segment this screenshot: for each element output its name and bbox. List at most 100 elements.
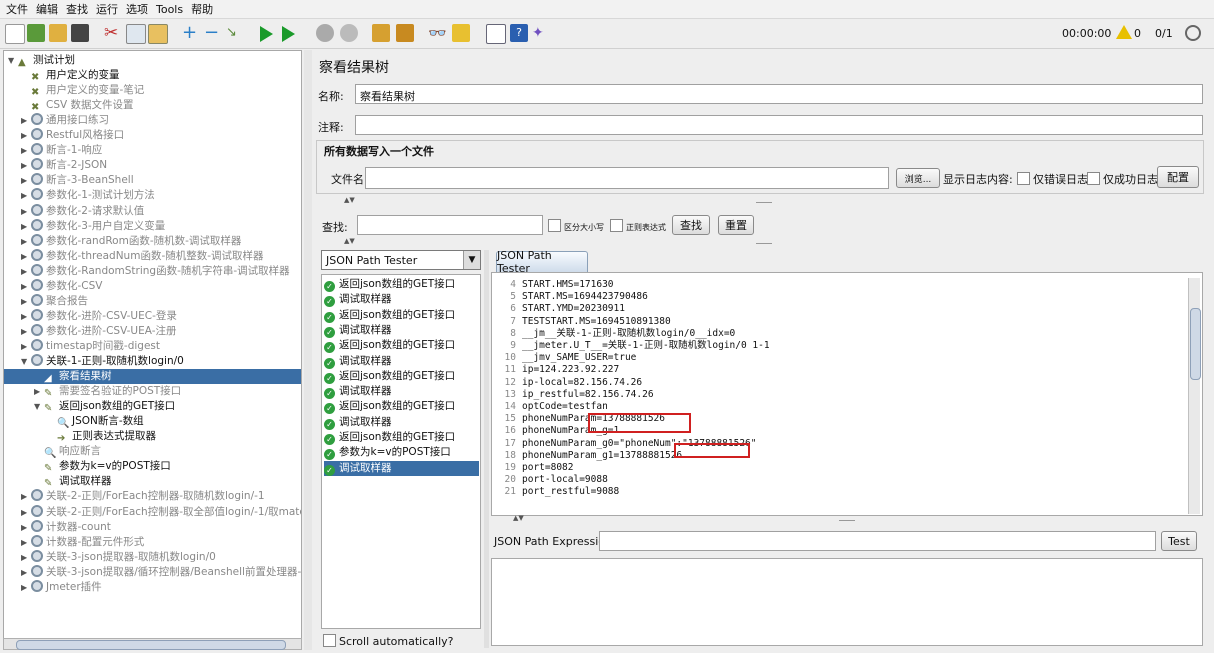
remote-status-icon[interactable] xyxy=(1185,25,1201,41)
test-button[interactable]: Test xyxy=(1161,531,1197,551)
tree-toggle-icon[interactable]: ▶ xyxy=(21,535,31,550)
menu-item-5[interactable]: Tools xyxy=(156,3,183,16)
tree-toggle-icon[interactable]: ▶ xyxy=(21,309,31,324)
tree-item[interactable]: ▶ 参数化-3-用户自定义变量 xyxy=(4,218,165,234)
tree-item[interactable]: ▶ 断言-2-JSON xyxy=(4,158,107,173)
configure-button[interactable]: 配置 xyxy=(1157,166,1199,188)
json-path-input[interactable] xyxy=(599,531,1156,551)
function-helper-icon[interactable] xyxy=(486,24,506,44)
tab-json-path-tester[interactable]: JSON Path Tester xyxy=(496,249,588,275)
save-icon[interactable] xyxy=(71,24,89,42)
clear-icon[interactable] xyxy=(372,24,390,42)
cut-icon[interactable]: ✂ xyxy=(104,24,122,42)
reset-button[interactable]: 重置 xyxy=(718,215,754,235)
regex-checkbox[interactable]: 正则表达式 xyxy=(610,219,666,233)
tree-item[interactable]: ▶ 关联-2-正则/ForEach控制器-取全部值login/-1/取matchN… xyxy=(4,504,301,520)
sample-result-item[interactable]: ✓ 返回json数组的GET接口 xyxy=(324,399,455,415)
result-splitter[interactable] xyxy=(484,250,489,648)
tree-item[interactable]: ▶ 关联-3-json提取器-取随机数login/0 xyxy=(4,549,216,565)
tree-toggle-icon[interactable]: ▶ xyxy=(21,580,31,595)
tree-toggle-icon[interactable]: ▼ xyxy=(34,399,44,414)
sample-result-item[interactable]: ✓ 返回json数组的GET接口 xyxy=(324,430,455,445)
tree-item[interactable]: ➔ 正则表达式提取器 xyxy=(4,429,156,444)
stop-icon[interactable] xyxy=(316,24,334,42)
clear-all-icon[interactable] xyxy=(396,24,414,42)
tree-item[interactable]: ▶ 聚合报告 xyxy=(4,293,88,309)
sample-result-item[interactable]: ✓ 调试取样器 xyxy=(324,354,392,369)
tree-toggle-icon[interactable]: ▼ xyxy=(21,354,31,369)
menu-item-6[interactable]: 帮助 xyxy=(191,1,213,17)
tree-toggle-icon[interactable]: ▶ xyxy=(21,279,31,294)
name-field[interactable]: 察看结果树 xyxy=(355,84,1203,104)
json-path-result-area[interactable] xyxy=(491,558,1203,646)
case-sensitive-checkbox[interactable]: 区分大小写 xyxy=(548,219,604,233)
tree-item[interactable]: ▼ 关联-1-正则-取随机数login/0 xyxy=(4,354,184,369)
tree-item[interactable]: 🔍 响应断言 xyxy=(4,444,101,459)
menu-item-3[interactable]: 运行 xyxy=(96,1,118,17)
tree-item[interactable]: ✎ 调试取样器 xyxy=(4,474,112,489)
tree-item[interactable]: ▶ 参数化-进阶-CSV-UEA-注册 xyxy=(4,323,177,339)
sample-result-item[interactable]: ✓ 参数为k=v的POST接口 xyxy=(324,445,451,461)
tree-item[interactable]: ▶ ✎ 需要签名验证的POST接口 xyxy=(4,384,181,399)
templates-icon[interactable] xyxy=(27,24,45,42)
tree-item[interactable]: ▶ 参数化-1-测试计划方法 xyxy=(4,188,155,203)
tree-toggle-icon[interactable]: ▶ xyxy=(21,188,31,203)
tree-item[interactable]: ▶ 参数化-进阶-CSV-UEC-登录 xyxy=(4,308,177,324)
tree-item[interactable]: ▶ 计数器-配置元件形式 xyxy=(4,534,144,550)
tree-toggle-icon[interactable]: ▶ xyxy=(21,294,31,309)
tree-item[interactable]: ▶ Jmeter插件 xyxy=(4,579,102,595)
warning-icon[interactable] xyxy=(1116,25,1132,39)
tree-toggle-icon[interactable]: ▶ xyxy=(21,158,31,173)
tree-item[interactable]: ▼ ✎ 返回json数组的GET接口 xyxy=(4,399,175,414)
search-input[interactable] xyxy=(357,215,543,235)
start-icon[interactable] xyxy=(260,26,273,42)
sample-result-list[interactable]: ✓ 返回json数组的GET接口 ✓ 调试取样器 ✓ 返回json数组的GET接口 ✓ 调试取… xyxy=(321,274,481,629)
tree-item[interactable]: ▶ Restful风格接口 xyxy=(4,128,124,143)
toggle-icon[interactable]: ↘ xyxy=(226,24,244,42)
divider-handle[interactable]: ▲▼ xyxy=(316,196,1204,207)
main-splitter[interactable] xyxy=(304,50,312,650)
find-button[interactable]: 查找 xyxy=(672,215,710,235)
tree-item[interactable]: ▶ 关联-3-json提取器/循环控制器/Beanshell前置处理器-取全部 xyxy=(4,564,301,580)
tree-item[interactable]: ▶ timestap时间戳-digest xyxy=(4,338,160,354)
tree-item[interactable]: 🔍 JSON断言-数组 xyxy=(4,414,144,429)
binoculars-icon[interactable]: 👓 xyxy=(428,24,447,42)
tree-item[interactable]: ✖ CSV 数据文件设置 xyxy=(4,98,134,113)
tree-item[interactable]: ▶ 参数化-randRom函数-随机数-调试取样器 xyxy=(4,233,241,249)
sample-result-item[interactable]: ✓ 调试取样器 xyxy=(324,292,392,308)
menu-item-2[interactable]: 查找 xyxy=(66,1,88,17)
success-only-checkbox[interactable]: 仅成功日志 xyxy=(1087,171,1158,187)
sample-result-item[interactable]: ✓ 调试取样器 xyxy=(324,460,479,476)
shutdown-icon[interactable] xyxy=(340,24,358,42)
browse-button[interactable]: 浏览... xyxy=(896,168,940,188)
tree-toggle-icon[interactable]: ▶ xyxy=(21,489,31,504)
tree-toggle-icon[interactable]: ▶ xyxy=(21,219,31,234)
comment-field[interactable] xyxy=(355,115,1203,135)
tree-item[interactable]: ▶ 计数器-count xyxy=(4,519,111,535)
collapse-icon[interactable]: − xyxy=(204,24,222,42)
tree-toggle-icon[interactable]: ▶ xyxy=(21,324,31,339)
errors-only-checkbox[interactable]: 仅错误日志 xyxy=(1017,171,1088,187)
tree-item[interactable]: ▶ 断言-3-BeanShell xyxy=(4,173,134,188)
sample-result-item[interactable]: ✓ 返回json数组的GET接口 xyxy=(324,308,455,323)
tree-toggle-icon[interactable]: ▶ xyxy=(21,520,31,535)
tree-toggle-icon[interactable]: ▶ xyxy=(21,339,31,354)
start-no-pause-icon[interactable] xyxy=(282,26,295,42)
tree-item[interactable]: ▶ 通用接口练习 xyxy=(4,113,109,128)
tree-toggle-icon[interactable]: ▶ xyxy=(21,234,31,249)
filename-field[interactable] xyxy=(365,167,889,189)
result-text-area[interactable]: 4 START.HMS=171630 5 START.MS=1694423790486… xyxy=(491,272,1203,516)
tree-item[interactable]: ✖ 用户定义的变量 xyxy=(4,68,120,83)
tree-item[interactable]: ▶ 参数化-2-请求默认值 xyxy=(4,203,144,219)
tree-toggle-icon[interactable]: ▶ xyxy=(21,143,31,158)
menu-item-4[interactable]: 选项 xyxy=(126,1,148,17)
sample-result-item[interactable]: ✓ 调试取样器 xyxy=(324,415,392,430)
tree-toggle-icon[interactable]: ▶ xyxy=(21,173,31,188)
menu-item-1[interactable]: 编辑 xyxy=(36,1,58,17)
tree-toggle-icon[interactable]: ▶ xyxy=(21,505,31,520)
tree-item[interactable]: ▶ 参数化-RandomString函数-随机字符串-调试取样器 xyxy=(4,263,290,279)
help-icon[interactable]: ? xyxy=(510,24,528,42)
sample-result-item[interactable]: ✓ 调试取样器 xyxy=(324,323,392,338)
tree-item[interactable]: ✖ 用户定义的变量-笔记 xyxy=(4,83,144,98)
menu-item-0[interactable]: 文件 xyxy=(6,1,28,17)
